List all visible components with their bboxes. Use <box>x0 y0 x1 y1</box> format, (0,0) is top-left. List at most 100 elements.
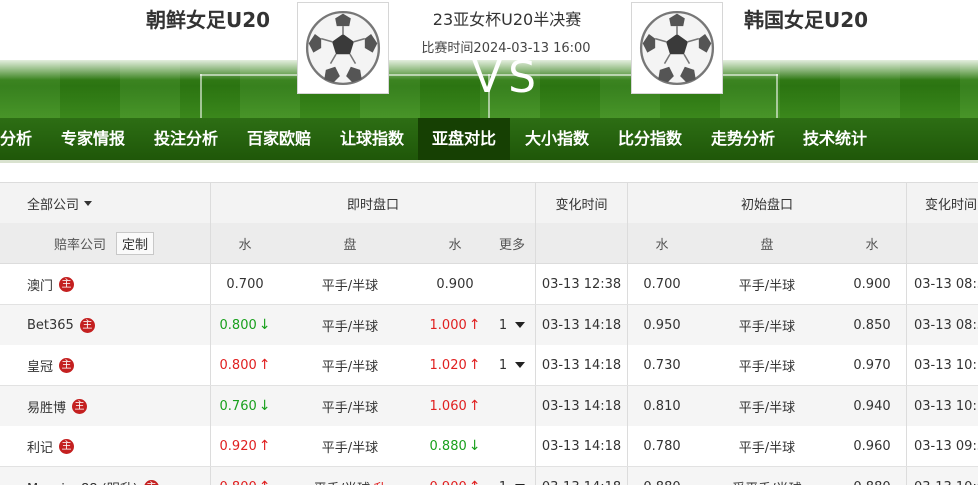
company-name[interactable]: 皇冠 <box>27 356 53 375</box>
header-live-odds: 即时盘口 <box>346 197 399 213</box>
nav-item-handicap-index[interactable]: 让球指数 <box>340 118 404 160</box>
nav-item-expert-intel[interactable]: 专家情报 <box>61 118 125 160</box>
home-badge-icon: 主 <box>72 398 88 414</box>
water-away-cell: 1.020 ↑ <box>420 345 490 385</box>
trend-up-icon: ↑ <box>468 398 481 414</box>
water-home-value: 0.800 <box>219 357 257 373</box>
table-row: 澳门主 0.700 平手/半球 0.900 03-13 12:38 0.700 平手/半球 0… <box>0 264 978 305</box>
change-time: 03-13 12:38 <box>541 276 622 292</box>
home-badge-icon: 主 <box>59 276 75 292</box>
company-name-cell[interactable]: Bet365 主 <box>27 305 95 345</box>
init-water-home: 0.700 <box>643 276 681 292</box>
trend-down-icon: ↓ <box>468 438 481 454</box>
header-company-label: 赔率公司 <box>54 237 107 253</box>
more-dropdown[interactable]: 1 <box>492 467 532 485</box>
handicap-trend: 升 <box>373 478 386 485</box>
water-home-value: 0.700 <box>226 276 264 292</box>
trend-down-icon: ↓ <box>258 317 271 333</box>
more-dropdown[interactable]: 1 <box>492 345 532 385</box>
home-badge-icon: 主 <box>143 479 159 485</box>
nav-item-euro-odds[interactable]: 百家欧赔 <box>247 118 311 160</box>
table-header-group: 全部公司 即时盘口 变化时间 初始盘口 变化时间 <box>0 182 978 224</box>
company-name[interactable]: Bet365 <box>27 318 74 333</box>
company-name-cell[interactable]: 利记主 <box>27 426 75 466</box>
company-name-cell[interactable]: 皇冠主 <box>27 345 75 385</box>
more-count: 1 <box>498 317 508 333</box>
init-water-home: 0.810 <box>643 398 681 414</box>
more-count: 1 <box>498 357 508 373</box>
handicap-value: 平手/半球 <box>321 359 379 375</box>
handicap-cell: 平手/半球 <box>300 345 400 385</box>
header-init-water-away: 水 <box>865 237 879 253</box>
water-away-value: 1.020 <box>429 357 467 373</box>
water-away-value: 0.900 <box>436 276 474 292</box>
company-name-cell[interactable]: 易胜博主 <box>27 386 88 426</box>
company-name[interactable]: 利记 <box>27 437 53 456</box>
trend-down-icon: ↓ <box>258 398 271 414</box>
match-header: 朝鲜女足U20 23亚女杯U20半决赛 比赛时间2024-03-13 16:00… <box>0 0 978 118</box>
init-handicap: 受平手/半球 <box>717 467 817 485</box>
nav-item-over-under[interactable]: 大小指数 <box>525 118 589 160</box>
trend-up-icon: ↑ <box>258 357 271 373</box>
init-change-time: 03-13 10:0 <box>914 467 978 485</box>
handicap-cell: 平手/半球 <box>300 305 400 345</box>
water-home-value: 0.920 <box>219 438 257 454</box>
nav-item-score-index[interactable]: 比分指数 <box>618 118 682 160</box>
company-name-cell[interactable]: 澳门主 <box>27 264 75 304</box>
init-change-time: 03-13 10:1 <box>914 357 978 373</box>
header-water-away: 水 <box>448 237 462 253</box>
header-water-home: 水 <box>238 237 252 253</box>
change-time: 03-13 14:18 <box>541 357 622 373</box>
handicap-cell: 平手/半球升 <box>300 467 400 485</box>
water-home-cell: 0.760 ↓ <box>211 386 279 426</box>
home-badge-icon: 主 <box>59 438 75 454</box>
away-team-name: 韩国女足U20 <box>744 8 869 32</box>
nav-item-tech-stats[interactable]: 技术统计 <box>803 118 867 160</box>
init-change-time: 03-13 09:5 <box>914 438 978 454</box>
init-water-away: 0.940 <box>853 398 891 414</box>
header-change-time-2: 变化时间 <box>925 197 978 213</box>
company-name[interactable]: 易胜博 <box>27 397 66 416</box>
init-water-away: 0.900 <box>853 276 891 292</box>
handicap-value: 平手/半球 <box>321 319 379 335</box>
nav-item-asian-handicap[interactable]: 亚盘对比 <box>418 118 511 160</box>
vs-text: VS <box>471 52 543 103</box>
change-time: 03-13 14:18 <box>536 467 627 485</box>
soccer-ball-icon <box>639 10 715 86</box>
table-row: 利记主 0.920 ↑ 平手/半球 0.880 ↓ 03-13 14:18 0.780 平手/半… <box>0 426 978 467</box>
handicap-value: 平手/半球 <box>321 440 379 456</box>
company-name-cell[interactable]: Mansion88 (明升) 主 <box>27 467 159 485</box>
customize-button[interactable]: 定制 <box>116 231 155 255</box>
init-water-home: 0.950 <box>643 317 681 333</box>
header-initial-odds: 初始盘口 <box>740 197 793 213</box>
init-water-away: 0.850 <box>853 317 891 333</box>
table-row: Mansion88 (明升)主0.800↑平手/半球升0.900↑103-13 … <box>0 467 978 485</box>
water-away-cell: 1.000 ↑ <box>420 305 490 345</box>
home-badge-icon: 主 <box>79 317 95 333</box>
company-name[interactable]: Mansion88 (明升) <box>27 478 138 485</box>
nav-item-analysis[interactable]: 分析 <box>0 118 32 160</box>
more-dropdown[interactable]: 1 <box>492 305 532 345</box>
asian-handicap-table: 全部公司 即时盘口 变化时间 初始盘口 变化时间 赔率公司 定制 水 盘 水 更… <box>0 182 978 485</box>
init-water-away: 0.960 <box>853 438 891 454</box>
water-home-cell: 0.920 ↑ <box>211 426 279 466</box>
header-change-time: 变化时间 <box>555 197 608 213</box>
company-name[interactable]: 澳门 <box>27 275 53 294</box>
away-team-logo <box>631 2 723 94</box>
init-water-home: 0.730 <box>643 357 681 373</box>
company-filter-dropdown[interactable]: 全部公司 <box>27 183 197 223</box>
caret-down-icon <box>515 362 526 368</box>
water-away-cell: 0.900 <box>420 264 490 304</box>
init-water-away: 0.880 <box>838 467 906 485</box>
caret-down-icon <box>515 322 526 328</box>
water-away-value: 0.900 <box>430 480 467 485</box>
trend-up-icon: ↑ <box>469 479 481 485</box>
nav-item-betting-analysis[interactable]: 投注分析 <box>154 118 218 160</box>
home-badge-icon: 主 <box>59 357 75 373</box>
init-water-home: 0.780 <box>643 438 681 454</box>
handicap-value: 平手/半球 <box>321 400 379 416</box>
more-count: 1 <box>499 480 507 485</box>
header-init-handicap: 盘 <box>760 237 774 253</box>
nav-item-trend-analysis[interactable]: 走势分析 <box>711 118 775 160</box>
home-team-logo <box>297 2 389 94</box>
